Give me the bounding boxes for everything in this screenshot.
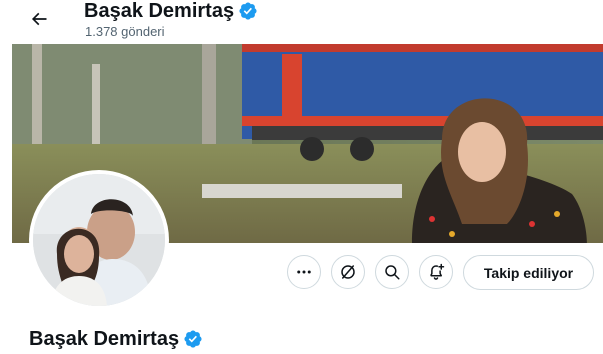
back-button[interactable] [26, 6, 52, 32]
post-count: 1.378 gönderi [85, 24, 165, 39]
profile-name-row: Başak Demirtaş [29, 327, 203, 351]
search-profile-button[interactable] [375, 255, 409, 289]
notifications-button[interactable] [419, 255, 453, 289]
profile-header-bar: Başak Demirtaş 1.378 gönderi [0, 0, 603, 44]
search-icon [385, 265, 400, 280]
header-title: Başak Demirtaş [84, 0, 258, 22]
grok-icon [341, 265, 355, 279]
verified-badge-icon [238, 1, 258, 21]
grok-button[interactable] [331, 255, 365, 289]
avatar[interactable] [33, 174, 165, 306]
verified-badge-icon [183, 329, 203, 349]
notification-bell-plus-icon [430, 263, 445, 280]
more-options-button[interactable] [287, 255, 321, 289]
header-display-name: Başak Demirtaş [84, 0, 235, 22]
more-dots-icon [297, 270, 311, 274]
profile-display-name: Başak Demirtaş [29, 328, 180, 350]
arrow-left-icon [31, 12, 47, 26]
following-button[interactable]: Takip ediliyor [463, 255, 594, 290]
